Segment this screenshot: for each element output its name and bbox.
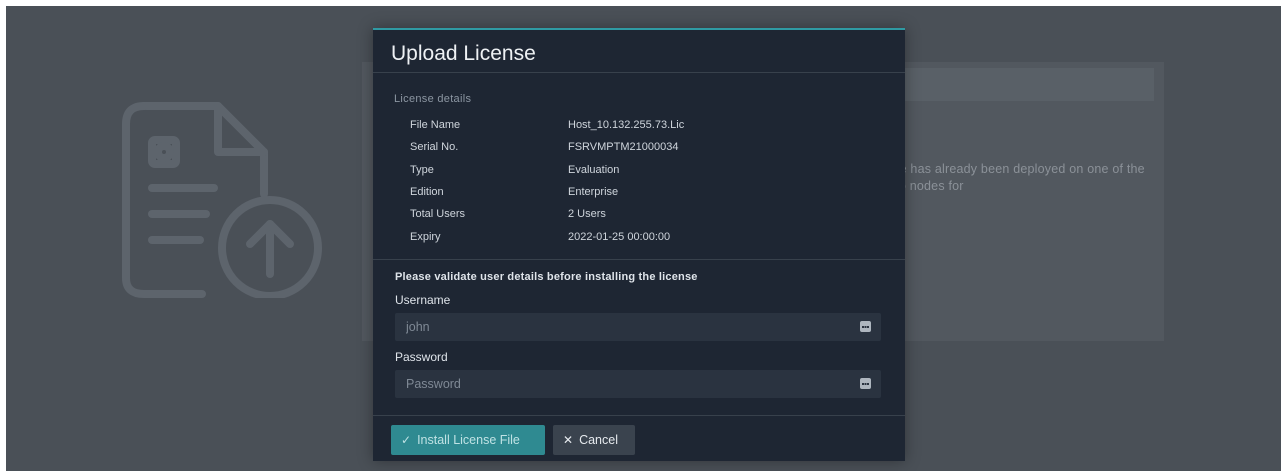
detail-value: 2 Users <box>568 208 606 220</box>
checkmark-icon: ✓ <box>401 433 412 447</box>
username-label: Username <box>395 293 451 307</box>
username-field-wrapper <box>395 313 881 341</box>
detail-label: Type <box>410 164 434 176</box>
install-label: Install License File <box>417 433 520 447</box>
section-divider <box>373 259 905 260</box>
background-text: nse has already been deployed on one of … <box>886 162 1145 193</box>
install-license-button[interactable]: ✓ Install License File <box>391 425 545 455</box>
footer-divider <box>373 415 905 416</box>
password-label: Password <box>395 350 448 364</box>
detail-value: FSRVMPTM21000034 <box>568 141 679 153</box>
cancel-label: Cancel <box>579 433 618 447</box>
key-icon[interactable] <box>860 321 871 332</box>
detail-value: 2022-01-25 00:00:00 <box>568 231 671 243</box>
document-upload-icon <box>122 102 322 298</box>
username-input[interactable] <box>395 313 881 341</box>
detail-value: Evaluation <box>568 164 620 176</box>
background-card-header <box>904 68 1154 101</box>
key-icon[interactable] <box>860 378 871 389</box>
license-details-caption: License details <box>394 93 472 105</box>
cancel-button[interactable]: ✕ Cancel <box>553 425 635 455</box>
modal-title: Upload License <box>373 30 905 73</box>
password-field-wrapper <box>395 370 881 398</box>
detail-label: Expiry <box>410 231 441 243</box>
detail-label: Edition <box>410 186 444 198</box>
close-icon: ✕ <box>563 433 574 447</box>
detail-label: Serial No. <box>410 141 459 153</box>
password-input[interactable] <box>395 370 881 398</box>
upload-license-modal: Upload License License details File Name… <box>373 28 905 461</box>
detail-value: Enterprise <box>568 186 619 198</box>
detail-label: Total Users <box>410 208 466 220</box>
detail-label: File Name <box>410 119 461 131</box>
detail-value: Host_10.132.255.73.Lic <box>568 119 685 131</box>
validation-message: Please validate user details before inst… <box>395 271 698 283</box>
